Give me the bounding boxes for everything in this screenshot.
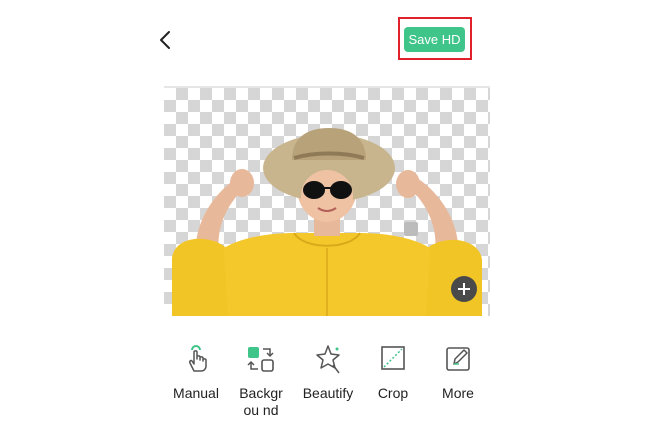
tool-beautify[interactable]: Beautify bbox=[298, 343, 358, 402]
tool-label: More bbox=[442, 385, 474, 401]
chevron-left-icon bbox=[160, 31, 170, 49]
save-hd-button[interactable]: Save HD bbox=[404, 27, 465, 52]
image-canvas[interactable] bbox=[164, 88, 490, 316]
tool-manual[interactable]: Manual bbox=[166, 343, 226, 402]
edit-pencil-icon bbox=[446, 347, 470, 371]
plus-icon bbox=[458, 283, 470, 295]
tool-label: Crop bbox=[377, 385, 409, 401]
tool-label: Manual bbox=[173, 385, 219, 401]
tool-label: Backgrou nd bbox=[239, 385, 283, 418]
back-button[interactable] bbox=[152, 26, 178, 54]
tool-more[interactable]: More bbox=[428, 343, 488, 402]
background-swap-icon bbox=[247, 347, 274, 372]
cutout-person-image bbox=[172, 128, 482, 316]
crop-icon bbox=[381, 346, 405, 370]
tool-crop[interactable]: Crop bbox=[363, 343, 423, 402]
tool-label: Beautify bbox=[302, 385, 354, 401]
add-layer-button[interactable] bbox=[451, 276, 477, 302]
tool-background[interactable]: Backgrou nd bbox=[231, 343, 291, 419]
sparkle-star-icon bbox=[316, 345, 340, 374]
bottom-toolbar: Manual Backgrou nd Beautify Crop More bbox=[0, 343, 650, 423]
hand-tap-icon bbox=[189, 345, 207, 372]
